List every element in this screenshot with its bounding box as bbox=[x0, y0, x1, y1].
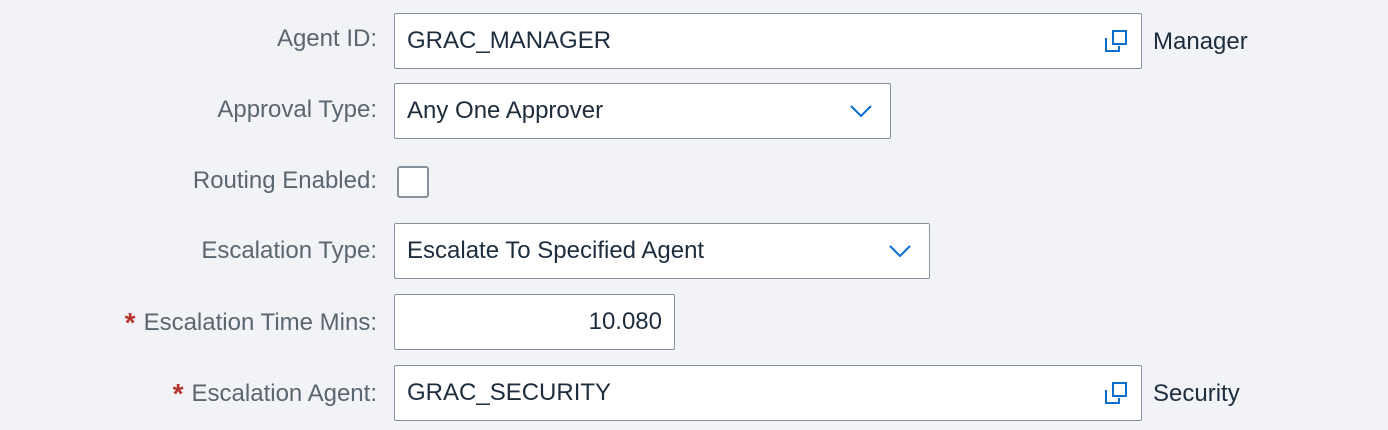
escalation-type-value[interactable]: Escalate To Specified Agent bbox=[395, 237, 885, 265]
required-marker: * bbox=[124, 307, 136, 338]
required-marker: * bbox=[172, 378, 184, 409]
escalation-time-label: Escalation Time Mins: bbox=[143, 309, 377, 336]
agent-id-input[interactable]: GRAC_MANAGER bbox=[394, 13, 1142, 69]
escalation-agent-description: Security bbox=[1153, 380, 1240, 407]
escalation-time-input[interactable]: 10.080 bbox=[394, 294, 675, 350]
agent-id-label: Agent ID: bbox=[276, 25, 377, 52]
escalation-agent-value[interactable]: GRAC_SECURITY bbox=[395, 379, 1101, 407]
escalation-type-select[interactable]: Escalate To Specified Agent bbox=[394, 223, 930, 279]
agent-id-value[interactable]: GRAC_MANAGER bbox=[395, 27, 1101, 55]
escalation-agent-label-wrap: * Escalation Agent: bbox=[173, 378, 377, 410]
escalation-time-value[interactable]: 10.080 bbox=[395, 308, 674, 336]
approval-type-value[interactable]: Any One Approver bbox=[395, 97, 846, 125]
approval-type-label: Approval Type: bbox=[217, 96, 377, 123]
escalation-time-label-wrap: * Escalation Time Mins: bbox=[125, 307, 377, 339]
escalation-type-label: Escalation Type: bbox=[201, 237, 377, 264]
escalation-agent-input[interactable]: GRAC_SECURITY bbox=[394, 365, 1142, 421]
approval-type-select[interactable]: Any One Approver bbox=[394, 83, 891, 139]
chevron-down-icon[interactable] bbox=[885, 236, 915, 266]
agent-id-description: Manager bbox=[1153, 28, 1248, 55]
chevron-down-icon[interactable] bbox=[846, 96, 876, 126]
routing-enabled-label: Routing Enabled: bbox=[192, 167, 377, 194]
value-help-icon[interactable] bbox=[1101, 26, 1131, 56]
escalation-agent-label: Escalation Agent: bbox=[191, 380, 377, 407]
value-help-icon[interactable] bbox=[1101, 378, 1131, 408]
routing-enabled-checkbox[interactable] bbox=[397, 166, 429, 198]
